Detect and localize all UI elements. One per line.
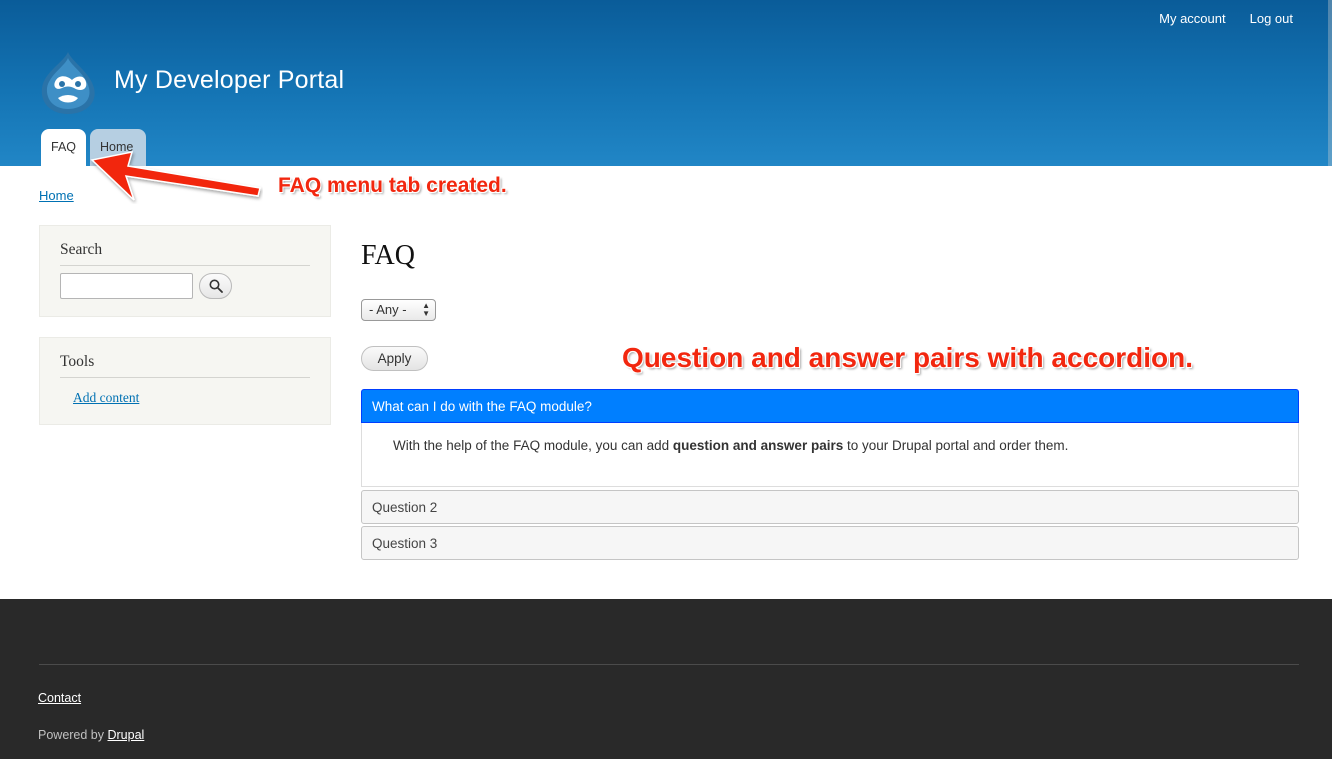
breadcrumb-home[interactable]: Home (39, 188, 74, 203)
site-footer: Contact Powered by Drupal (0, 599, 1332, 759)
faq-accordion: What can I do with the FAQ module? With … (361, 389, 1299, 560)
accordion-annotation: Question and answer pairs with accordion… (622, 342, 1194, 373)
category-select[interactable]: - Any - ▲ ▼ (361, 299, 436, 321)
faq-answer-1: With the help of the FAQ module, you can… (361, 423, 1299, 487)
powered-by-text: Powered by (38, 728, 108, 742)
powered-by: Powered by Drupal (38, 728, 144, 742)
contact-link[interactable]: Contact (38, 691, 81, 705)
faq-answer-1-post: to your Drupal portal and order them. (843, 438, 1069, 453)
secondary-menu: My account Log out (1159, 11, 1293, 26)
drupal-drop-icon[interactable] (38, 50, 98, 116)
search-block: Search (39, 225, 331, 317)
search-form (60, 273, 232, 299)
tools-block-title: Tools (60, 353, 310, 378)
footer-divider (39, 664, 1299, 665)
faq-question-1[interactable]: What can I do with the FAQ module? (361, 389, 1299, 423)
search-icon (209, 279, 223, 293)
add-content-link[interactable]: Add content (73, 390, 139, 406)
window-edge (1328, 0, 1332, 166)
faq-question-2[interactable]: Question 2 (361, 490, 1299, 524)
drupal-link[interactable]: Drupal (107, 728, 144, 742)
category-select-value: - Any - (369, 302, 407, 317)
faq-answer-1-bold: question and answer pairs (672, 438, 844, 453)
faq-question-3[interactable]: Question 3 (361, 526, 1299, 560)
site-name[interactable]: My Developer Portal (114, 66, 344, 95)
my-account-link[interactable]: My account (1159, 11, 1225, 26)
page-title: FAQ (361, 240, 415, 271)
log-out-link[interactable]: Log out (1250, 11, 1293, 26)
apply-button[interactable]: Apply (361, 346, 428, 371)
search-input[interactable] (60, 273, 193, 299)
tab-annotation: FAQ menu tab created. (278, 174, 507, 197)
search-block-title: Search (60, 241, 310, 266)
select-arrows-icon: ▲ ▼ (422, 301, 430, 318)
tab-faq[interactable]: FAQ (41, 129, 86, 166)
annotation-arrow-icon (90, 151, 261, 201)
search-button[interactable] (199, 273, 232, 299)
tools-block: Tools Add content (39, 337, 331, 425)
faq-answer-1-pre: With the help of the FAQ module, you can… (393, 438, 673, 453)
site-header: My account Log out My Developer Portal F… (0, 0, 1332, 166)
